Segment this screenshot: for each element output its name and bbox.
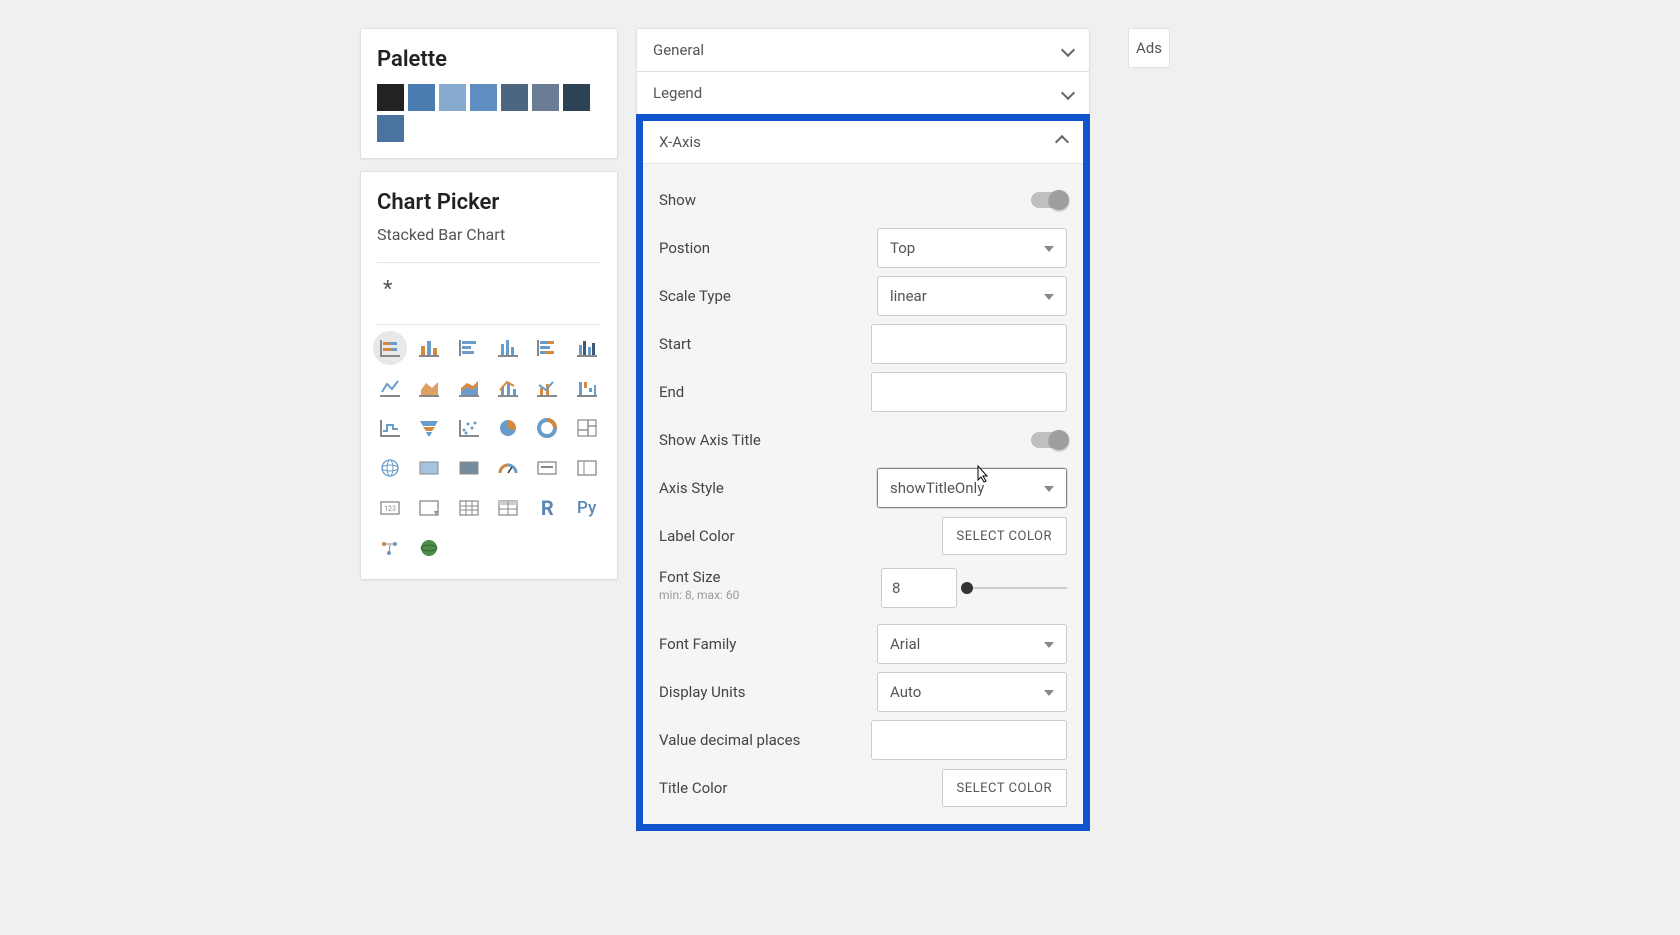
xaxis-label: X-Axis [659,133,701,151]
position-label: Postion [659,239,877,257]
r-script-icon[interactable]: R [534,495,560,521]
gauge-icon[interactable] [495,455,521,481]
font-size-slider[interactable] [967,587,1067,589]
horizontal-bar-icon[interactable] [456,335,482,361]
title-color-button[interactable]: Select Color [942,769,1067,807]
swatch[interactable] [501,84,528,111]
combo-2-icon[interactable] [534,375,560,401]
font-family-select[interactable]: Arial [877,624,1067,664]
treemap-icon[interactable] [574,415,600,441]
label-color-label: Label Color [659,527,942,545]
show-label: Show [659,191,1031,209]
scale-type-select[interactable]: linear [877,276,1067,316]
donut-icon[interactable] [534,415,560,441]
chart-picker-subtitle: Stacked Bar Chart [377,225,601,244]
general-label: General [653,41,704,59]
display-units-select[interactable]: Auto [877,672,1067,712]
waterfall-icon[interactable] [574,375,600,401]
chevron-up-icon [1055,135,1069,149]
chart-picker-title: Chart Picker [377,190,601,215]
combo-icon[interactable] [495,375,521,401]
map-2-icon[interactable] [456,455,482,481]
end-label: End [659,383,871,401]
map-1-icon[interactable] [416,455,442,481]
card-2-icon[interactable] [574,455,600,481]
swatch[interactable] [408,84,435,111]
start-label: Start [659,335,871,353]
column-icon[interactable] [495,335,521,361]
palette-panel: Palette [360,28,618,159]
label-color-button[interactable]: Select Color [942,517,1067,555]
settings-column: General Legend X-Axis Show Postion Top [636,28,1090,831]
swatch[interactable] [563,84,590,111]
xaxis-panel-body: Show Postion Top Scale Type linear [643,164,1083,824]
step-icon[interactable] [377,415,403,441]
swatch[interactable] [377,115,404,142]
stacked-area-icon[interactable] [456,375,482,401]
grouped-column-icon[interactable] [574,335,600,361]
swatch[interactable] [377,84,404,111]
asterisk-icon: * [377,273,601,306]
chevron-down-icon [1061,43,1075,57]
chart-type-grid: 123 R Py [377,335,601,561]
position-select[interactable]: Top [877,228,1067,268]
title-color-label: Title Color [659,779,942,797]
divider [377,262,601,263]
matrix-icon[interactable] [495,495,521,521]
card-icon[interactable] [534,455,560,481]
funnel-icon[interactable] [416,415,442,441]
legend-label: Legend [653,84,702,102]
end-input[interactable] [871,372,1067,412]
py-script-icon[interactable]: Py [574,495,600,521]
swatch[interactable] [532,84,559,111]
chevron-down-icon [1061,86,1075,100]
stacked-hbar-icon[interactable] [534,335,560,361]
xaxis-panel: X-Axis Show Postion Top Scale Type [636,114,1090,831]
key-influencers-icon[interactable] [377,535,403,561]
xaxis-panel-header[interactable]: X-Axis [643,121,1083,164]
bar-icon[interactable] [416,335,442,361]
swatch[interactable] [470,84,497,111]
chart-picker-panel: Chart Picker Stacked Bar Chart * [360,171,618,580]
stacked-bar-icon[interactable] [373,331,407,365]
ads-button[interactable]: Ads [1128,28,1170,68]
font-size-label: Font Size [659,568,881,586]
show-axis-title-toggle[interactable] [1031,432,1067,448]
table-icon[interactable] [456,495,482,521]
palette-title: Palette [377,47,601,72]
scale-type-label: Scale Type [659,287,877,305]
general-panel-header[interactable]: General [636,28,1090,72]
globe-filled-icon[interactable] [416,535,442,561]
display-units-label: Display Units [659,683,877,701]
decimal-places-label: Value decimal places [659,731,871,749]
scatter-icon[interactable] [456,415,482,441]
font-family-label: Font Family [659,635,877,653]
font-size-input[interactable] [881,568,957,608]
area-icon[interactable] [416,375,442,401]
decimal-places-input[interactable] [871,720,1067,760]
font-size-hint: min: 8, max: 60 [659,588,881,602]
axis-style-select[interactable]: showTitleOnly [877,468,1067,508]
axis-style-label: Axis Style [659,479,877,497]
pie-icon[interactable] [495,415,521,441]
legend-panel-header[interactable]: Legend [636,72,1090,114]
show-toggle[interactable] [1031,192,1067,208]
kpi-icon[interactable]: 123 [377,495,403,521]
globe-icon[interactable] [377,455,403,481]
swatch[interactable] [439,84,466,111]
divider [377,324,601,325]
svg-text:123: 123 [384,505,396,513]
slicer-icon[interactable] [416,495,442,521]
line-icon[interactable] [377,375,403,401]
palette-swatches [377,84,601,142]
start-input[interactable] [871,324,1067,364]
show-axis-title-label: Show Axis Title [659,431,1031,449]
